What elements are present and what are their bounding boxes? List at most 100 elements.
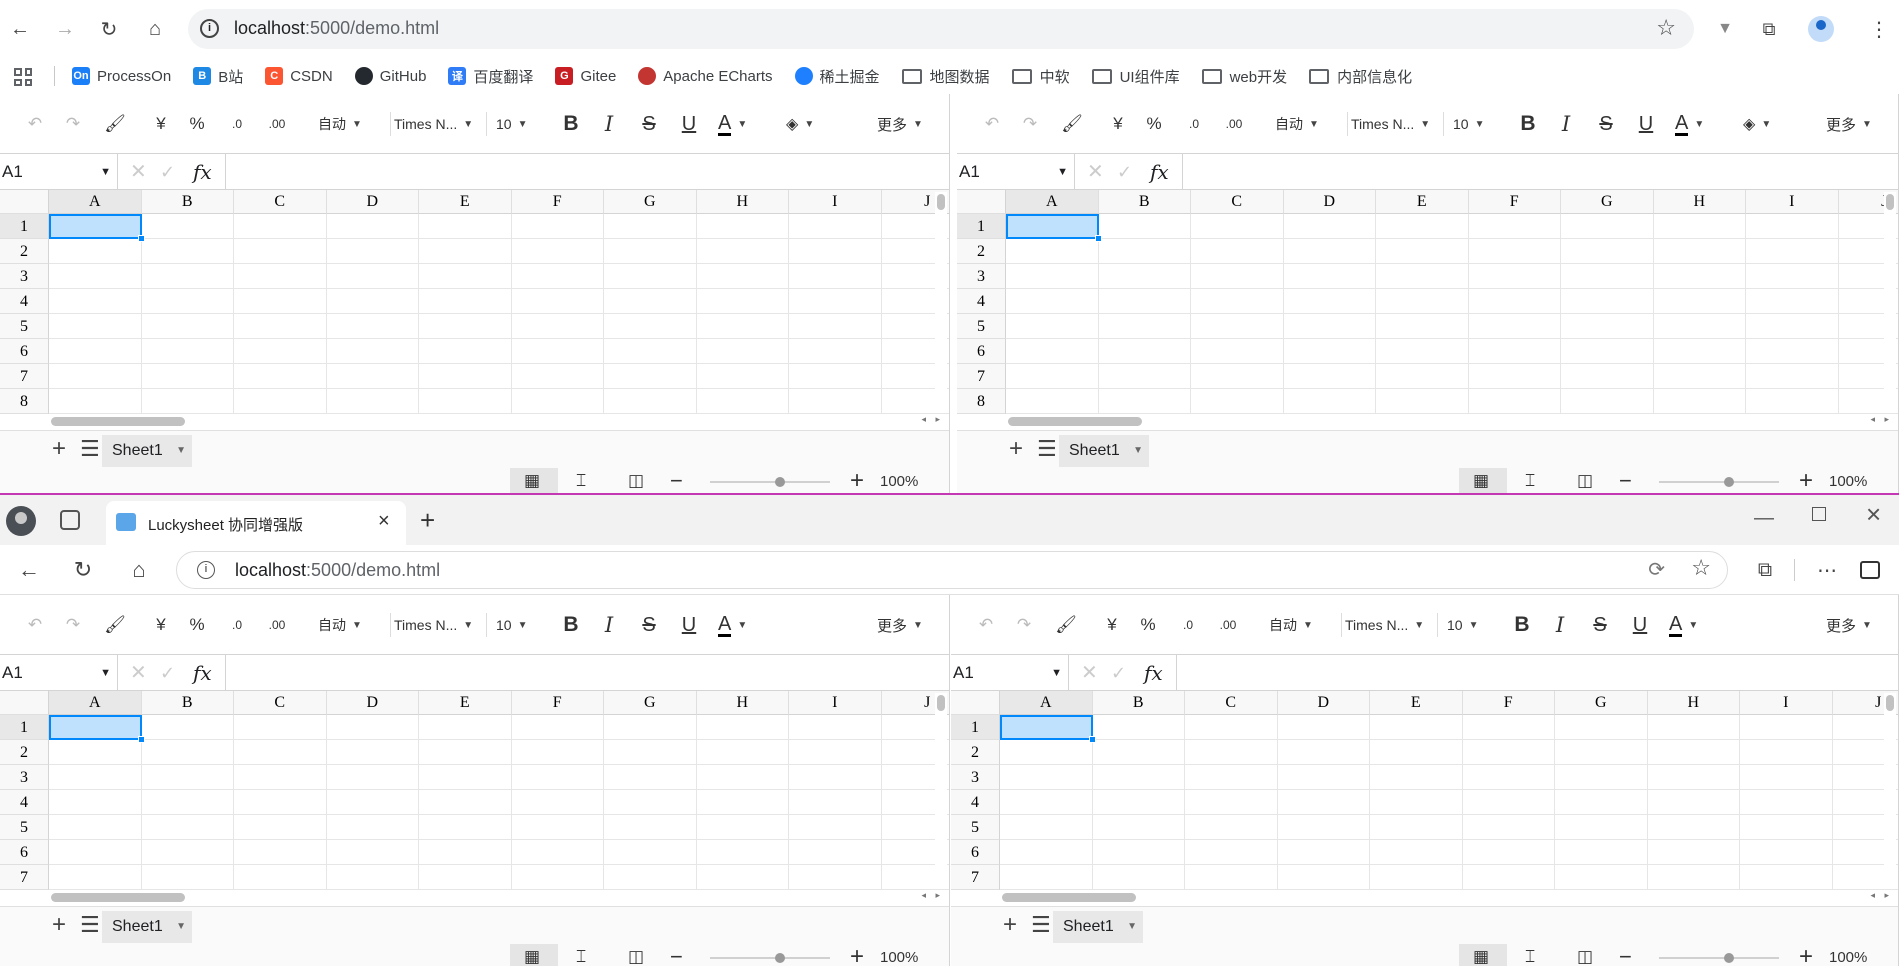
reload-icon[interactable]: ↻ [68, 555, 98, 585]
bookmark-item[interactable]: web开发 [1201, 66, 1287, 87]
underline-button[interactable]: U [1631, 94, 1661, 154]
zoom-out-icon[interactable]: − [1619, 468, 1632, 494]
sheet-tab-sheet1[interactable]: Sheet1 ▼ [102, 911, 192, 943]
cell[interactable] [1185, 865, 1278, 890]
row-header-1[interactable]: 1 [0, 715, 49, 740]
cell[interactable] [1283, 214, 1376, 239]
cell[interactable] [1191, 289, 1284, 314]
format-painter-icon[interactable]: 🖌 [1057, 94, 1087, 154]
cell[interactable] [141, 840, 234, 865]
selected-cell-a1[interactable] [49, 214, 142, 239]
cell[interactable] [1006, 339, 1099, 364]
font-size-dropdown[interactable]: 10 ▼ [1453, 94, 1503, 154]
cell[interactable] [1191, 214, 1284, 239]
cell[interactable] [1468, 389, 1561, 414]
close-tab-icon[interactable]: × [378, 510, 390, 533]
cell[interactable] [1185, 715, 1278, 740]
cell[interactable] [1098, 339, 1191, 364]
column-header-f[interactable]: F [1462, 691, 1555, 715]
cell[interactable] [511, 214, 604, 239]
cell-reference-box[interactable]: A1 ▼ [0, 655, 118, 691]
column-header-b[interactable]: B [1092, 691, 1185, 715]
cell[interactable] [1283, 264, 1376, 289]
cell[interactable] [1370, 815, 1463, 840]
cell[interactable] [1277, 865, 1370, 890]
cell[interactable] [326, 715, 419, 740]
cell[interactable] [1185, 815, 1278, 840]
cell[interactable] [1468, 214, 1561, 239]
cell[interactable] [604, 840, 697, 865]
format-painter-icon[interactable]: 🖌 [100, 94, 130, 154]
cell[interactable] [1370, 740, 1463, 765]
cell[interactable] [1647, 715, 1740, 740]
cell[interactable] [511, 740, 604, 765]
cell[interactable] [1746, 314, 1839, 339]
select-all-corner[interactable] [957, 190, 1006, 214]
cell[interactable] [49, 865, 142, 890]
cell[interactable] [789, 715, 882, 740]
cell[interactable] [604, 364, 697, 389]
row-header-2[interactable]: 2 [957, 239, 1006, 264]
star-icon[interactable]: ☆ [1656, 15, 1676, 41]
formula-input[interactable] [226, 154, 949, 190]
select-all-corner[interactable] [0, 691, 49, 715]
font-family-dropdown[interactable]: Times N... ▼ [394, 595, 484, 655]
cell[interactable] [511, 289, 604, 314]
fill-color-button[interactable]: ◈ ▼ [786, 94, 826, 154]
cell[interactable] [789, 765, 882, 790]
fx-icon[interactable]: fx [1144, 655, 1163, 691]
bookmark-item[interactable]: UI组件库 [1091, 66, 1180, 87]
cell[interactable] [604, 790, 697, 815]
cell[interactable] [234, 339, 327, 364]
cell[interactable] [604, 715, 697, 740]
currency-button[interactable]: ¥ [146, 94, 176, 154]
more-dots-icon[interactable]: ⋯ [1812, 555, 1842, 585]
cell[interactable] [1277, 715, 1370, 740]
add-sheet-icon[interactable]: + [52, 911, 66, 939]
cell[interactable] [141, 339, 234, 364]
cell[interactable] [789, 314, 882, 339]
cell[interactable] [141, 239, 234, 264]
cell[interactable] [1006, 264, 1099, 289]
cell[interactable] [1653, 264, 1746, 289]
cell[interactable] [511, 339, 604, 364]
font-family-dropdown[interactable]: Times N... ▼ [394, 94, 484, 154]
bold-button[interactable]: B [556, 94, 586, 154]
bookmark-item[interactable]: Apache ECharts [638, 67, 773, 85]
horizontal-scroll-thumb[interactable] [1008, 417, 1142, 426]
underline-button[interactable]: U [674, 94, 704, 154]
cell[interactable] [604, 865, 697, 890]
cell[interactable] [141, 214, 234, 239]
cell[interactable] [1006, 364, 1099, 389]
cell[interactable] [1653, 339, 1746, 364]
cell[interactable] [419, 840, 512, 865]
horizontal-scrollbar[interactable]: ◂ ▸ [1006, 414, 1891, 428]
cell[interactable] [141, 715, 234, 740]
cell[interactable] [1283, 364, 1376, 389]
cell[interactable] [49, 289, 142, 314]
cell[interactable] [789, 339, 882, 364]
zoom-in-icon[interactable]: + [850, 943, 864, 966]
cell[interactable] [1647, 740, 1740, 765]
cell[interactable] [511, 389, 604, 414]
cell[interactable] [419, 865, 512, 890]
column-header-a[interactable]: A [1000, 691, 1093, 715]
cell[interactable] [419, 214, 512, 239]
vertical-scrollbar[interactable] [1884, 693, 1896, 888]
cell[interactable] [49, 790, 142, 815]
cell[interactable] [1092, 815, 1185, 840]
scroll-left-icon[interactable]: ◂ [1870, 890, 1875, 901]
italic-button[interactable]: I [594, 595, 624, 655]
column-header-g[interactable]: G [1555, 691, 1648, 715]
row-header-6[interactable]: 6 [957, 339, 1006, 364]
cell[interactable] [326, 264, 419, 289]
cell[interactable] [1092, 715, 1185, 740]
cell[interactable] [1098, 239, 1191, 264]
cell[interactable] [1185, 765, 1278, 790]
column-header-c[interactable]: C [234, 691, 327, 715]
cell[interactable] [1746, 214, 1839, 239]
italic-button[interactable]: I [1551, 94, 1581, 154]
cell[interactable] [696, 865, 789, 890]
fill-handle[interactable] [137, 235, 145, 242]
cell[interactable] [1000, 740, 1093, 765]
